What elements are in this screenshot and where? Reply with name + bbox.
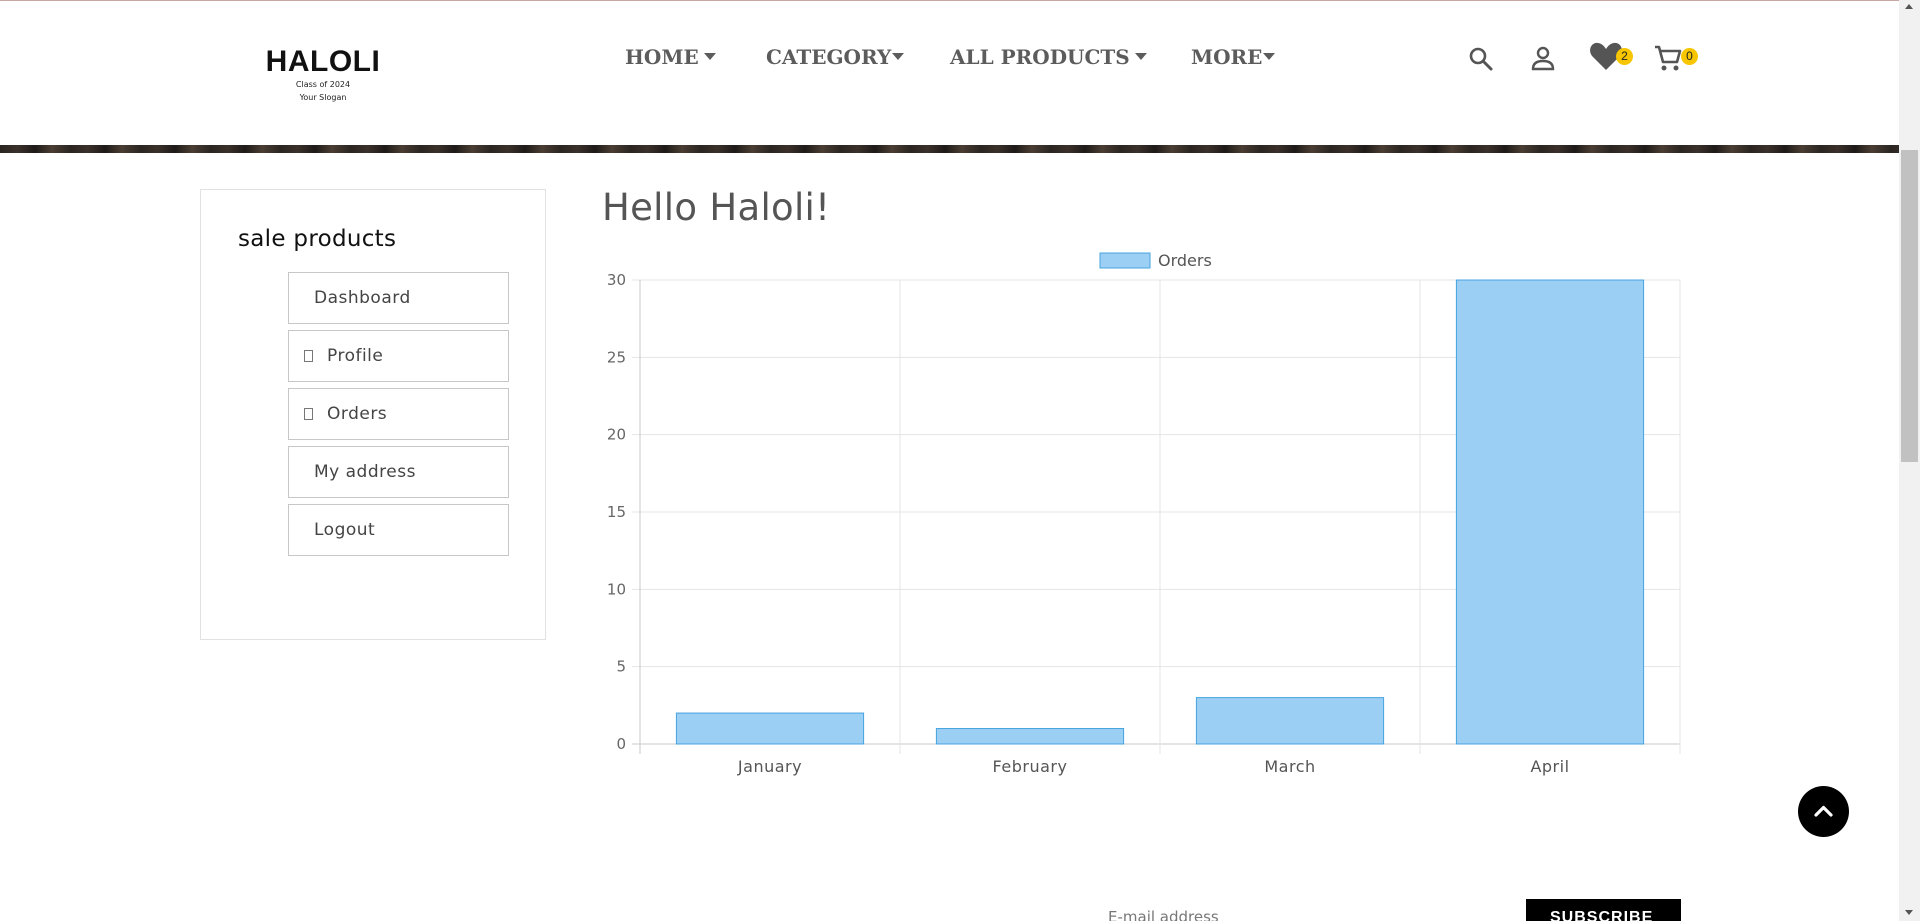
search-icon[interactable] — [1468, 46, 1494, 76]
sidebar-item-label: Profile — [327, 346, 384, 366]
nav-all-products[interactable]: ALL PRODUCTS — [950, 45, 1147, 69]
scroll-down-arrow-icon[interactable] — [1905, 910, 1913, 915]
sidebar-item-label: Logout — [314, 520, 376, 540]
nav-more-label: MORE — [1191, 45, 1263, 69]
page-greeting: Hello Haloli! — [602, 186, 831, 229]
nav-category[interactable]: CATEGORY — [766, 45, 905, 69]
sidebar-item-dashboard[interactable]: Dashboard — [288, 272, 509, 324]
page-scrollbar[interactable] — [1899, 0, 1920, 921]
cart-count-badge: 0 — [1681, 48, 1698, 65]
wishlist-button[interactable]: 2 — [1589, 41, 1633, 75]
newsletter-email-input[interactable]: E-mail address — [1108, 908, 1219, 921]
caret-down-icon — [1263, 53, 1276, 60]
wishlist-count-badge: 2 — [1616, 48, 1633, 65]
y-tick-label: 5 — [616, 658, 626, 676]
x-tick-label: February — [993, 757, 1068, 776]
email-placeholder: E-mail address — [1108, 908, 1219, 921]
scrollbar-thumb[interactable] — [1901, 150, 1918, 462]
x-tick-label: March — [1264, 757, 1315, 776]
scroll-up-arrow-icon[interactable] — [1905, 4, 1913, 9]
chevron-up-icon — [1814, 805, 1833, 817]
sidebar-title: sale products — [238, 226, 397, 252]
bar-january[interactable] — [675, 712, 865, 745]
caret-down-icon — [1134, 53, 1147, 60]
orders-bar-chart: 0 5 10 15 20 25 30 January February March April Ord… — [607, 251, 1681, 776]
sidebar-item-label: My address — [314, 462, 416, 482]
y-tick-label: 10 — [607, 580, 626, 598]
sidebar-item-label: Orders — [327, 404, 388, 424]
nav-all-products-label: ALL PRODUCTS — [950, 45, 1130, 69]
y-tick-label: 30 — [607, 271, 626, 289]
subscribe-button[interactable]: SUBSCRIBE — [1526, 899, 1681, 921]
cart-icon — [1655, 45, 1682, 71]
banner-image-strip — [0, 145, 1899, 153]
orders-glyph-icon — [304, 408, 313, 420]
sidebar-item-profile[interactable]: Profile — [288, 330, 509, 382]
nav-home-label: HOME — [625, 45, 699, 69]
nav-more[interactable]: MORE — [1191, 45, 1276, 69]
brand-slogan: Your Slogan — [299, 93, 347, 102]
bar-april[interactable] — [1455, 279, 1645, 745]
brand-name: HALOLI — [265, 45, 381, 78]
sidebar-item-label: Dashboard — [314, 288, 411, 308]
site-header: HALOLI Class of 2024 Your Slogan HOME CA… — [0, 1, 1899, 145]
y-tick-label: 25 — [607, 348, 626, 366]
sidebar-item-logout[interactable]: Logout — [288, 504, 509, 556]
brand-class: Class of 2024 — [295, 80, 351, 89]
caret-down-icon — [892, 53, 905, 60]
cart-button[interactable]: 0 — [1654, 44, 1698, 76]
legend-swatch — [1099, 252, 1151, 269]
legend-label: Orders — [1158, 251, 1212, 270]
bar-february[interactable] — [935, 728, 1125, 745]
y-tick-label: 20 — [607, 426, 626, 444]
nav-home[interactable]: HOME — [625, 45, 716, 69]
x-tick-label: January — [737, 757, 802, 776]
account-sidebar: sale products Dashboard Profile Orders M… — [200, 189, 546, 640]
bar-march[interactable] — [1195, 697, 1385, 745]
y-tick-label: 0 — [616, 735, 626, 753]
nav-category-label: CATEGORY — [766, 45, 892, 69]
sidebar-item-my-address[interactable]: My address — [288, 446, 509, 498]
user-icon[interactable] — [1530, 45, 1556, 75]
caret-down-icon — [703, 53, 716, 60]
profile-glyph-icon — [304, 350, 313, 362]
x-tick-label: April — [1530, 757, 1569, 776]
scroll-to-top-button[interactable] — [1798, 786, 1849, 837]
y-tick-label: 15 — [607, 503, 626, 521]
sidebar-item-orders[interactable]: Orders — [288, 388, 509, 440]
brand-logo[interactable]: HALOLI Class of 2024 Your Slogan — [265, 46, 381, 104]
